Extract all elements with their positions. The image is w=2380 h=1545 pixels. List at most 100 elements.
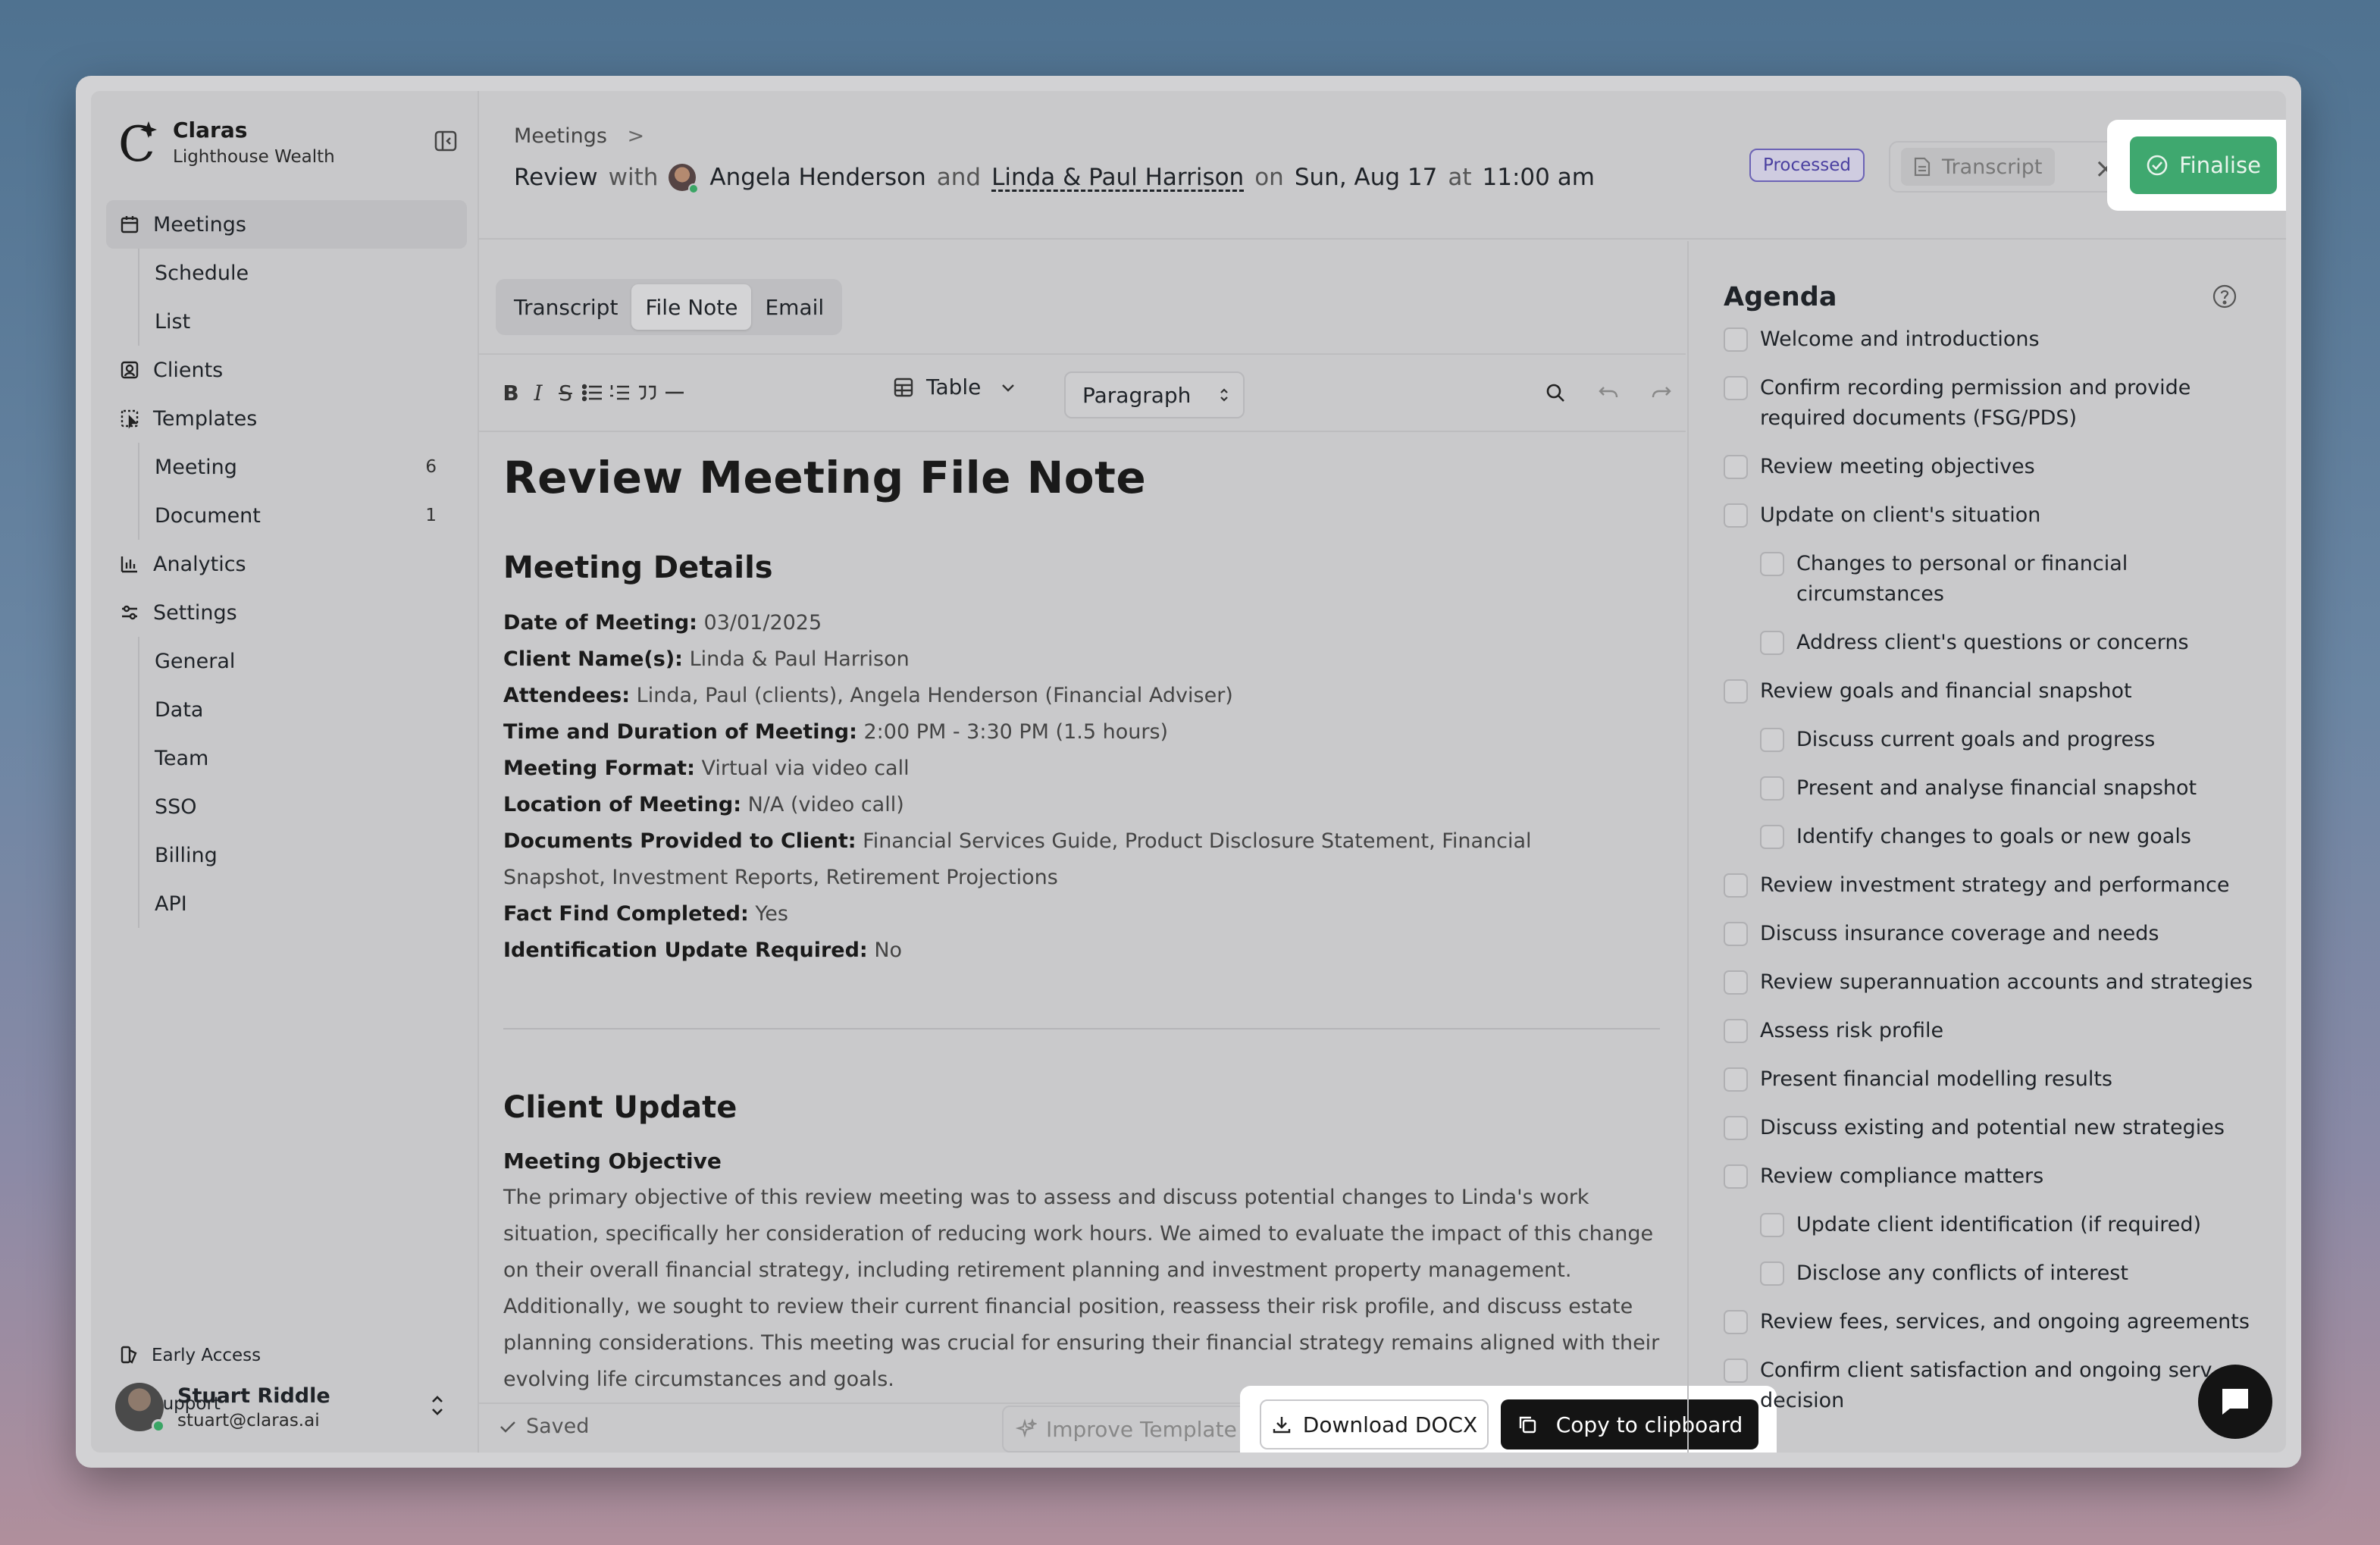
table-dropdown[interactable]: Table (893, 374, 1016, 400)
search-icon[interactable] (1540, 378, 1570, 408)
agenda-item[interactable]: Assess risk profile (1724, 1016, 2254, 1046)
agenda-checkbox[interactable] (1760, 728, 1784, 752)
agenda-checkbox[interactable] (1760, 631, 1784, 655)
agenda-checkbox[interactable] (1724, 1019, 1748, 1043)
agenda-checkbox[interactable] (1724, 327, 1748, 352)
agenda-item-label: Present financial modelling results (1760, 1067, 2112, 1091)
detail-row: Time and Duration of Meeting: 2:00 PM - … (503, 714, 1677, 751)
agenda-checkbox[interactable] (1760, 825, 1784, 849)
agenda-item[interactable]: Present financial modelling results (1724, 1064, 2254, 1095)
detail-row: Date of Meeting: 03/01/2025 (503, 605, 1677, 641)
sidebar-item-billing[interactable]: Billing (155, 831, 467, 879)
numbered-list-icon[interactable] (605, 378, 635, 408)
agenda-item[interactable]: Discuss existing and potential new strat… (1724, 1113, 2254, 1143)
improve-template-button[interactable]: Improve Template (1002, 1406, 1251, 1453)
bold-icon[interactable]: B (496, 378, 526, 408)
quote-icon[interactable] (632, 378, 662, 408)
download-docx-button[interactable]: Download DOCX (1260, 1399, 1489, 1449)
finalise-button[interactable]: Finalise (2130, 136, 2277, 194)
sidebar-item-schedule[interactable]: Schedule (155, 249, 467, 297)
agenda-checkbox[interactable] (1724, 503, 1748, 528)
agenda-item[interactable]: Welcome and introductions (1724, 324, 2254, 355)
sidebar-item-list[interactable]: List (155, 297, 467, 346)
tab-transcript[interactable]: Transcript (500, 284, 631, 330)
agenda-checkbox[interactable] (1724, 1116, 1748, 1140)
agenda-checkbox[interactable] (1724, 376, 1748, 400)
sidebar-item-general[interactable]: General (155, 637, 467, 685)
agenda-item[interactable]: Discuss current goals and progress (1760, 725, 2254, 755)
sidebar-item-label: Analytics (153, 552, 246, 576)
user-menu[interactable]: Stuart Riddle stuart@claras.ai (115, 1377, 456, 1437)
bullet-list-icon[interactable] (578, 378, 608, 408)
agenda-checkbox[interactable] (1724, 455, 1748, 479)
save-status: Saved (499, 1415, 589, 1438)
sidebar-item-team[interactable]: Team (155, 734, 467, 782)
agenda-item[interactable]: Discuss insurance coverage and needs (1724, 919, 2254, 949)
check-icon (499, 1419, 517, 1434)
agenda-checkbox[interactable] (1724, 679, 1748, 704)
agenda-item[interactable]: Review fees, services, and ongoing agree… (1724, 1307, 2254, 1337)
client-link[interactable]: Linda & Paul Harrison (991, 164, 1244, 191)
undo-icon[interactable] (1593, 378, 1624, 408)
agenda-item-label: Update on client's situation (1760, 503, 2041, 527)
help-icon[interactable] (2212, 284, 2238, 309)
sidebar-item-templates[interactable]: Templates (106, 394, 467, 443)
agenda-item[interactable]: Review superannuation accounts and strat… (1724, 967, 2254, 998)
app-frame: C Claras Lighthouse Wealth Meetings Sche… (91, 91, 2286, 1453)
early-access-link[interactable]: Early Access (118, 1331, 261, 1380)
agenda-checkbox[interactable] (1760, 776, 1784, 801)
agenda-checkbox[interactable] (1724, 1067, 1748, 1092)
agenda-item[interactable]: Confirm client satisfaction and ongoing … (1724, 1355, 2254, 1416)
agenda-item[interactable]: Update client identification (if require… (1760, 1210, 2254, 1240)
agenda-item[interactable]: Address client's questions or concerns (1760, 628, 2254, 658)
chat-launcher-button[interactable] (2198, 1365, 2272, 1439)
agenda-checkbox[interactable] (1724, 1164, 1748, 1189)
agenda-checkbox[interactable] (1760, 1213, 1784, 1237)
paragraph-style-select[interactable]: Paragraph (1064, 371, 1245, 418)
sidebar-item-meetings[interactable]: Meetings (106, 200, 467, 249)
italic-icon[interactable]: I (523, 378, 553, 408)
agenda-item[interactable]: Review meeting objectives (1724, 452, 2254, 482)
agenda-item[interactable]: Disclose any conflicts of interest (1760, 1258, 2254, 1289)
sidebar-item-meeting-templates[interactable]: Meeting 6 (155, 443, 467, 491)
agenda-checkbox[interactable] (1724, 1310, 1748, 1334)
table-label: Table (926, 374, 982, 400)
sidebar-item-analytics[interactable]: Analytics (106, 540, 467, 588)
agenda-item[interactable]: Identify changes to goals or new goals (1760, 822, 2254, 852)
redo-icon[interactable] (1646, 378, 1677, 408)
breadcrumb-meetings[interactable]: Meetings (514, 124, 607, 148)
tab-email[interactable]: Email (751, 284, 838, 330)
tab-file-note[interactable]: File Note (631, 284, 752, 330)
online-status-dot (688, 183, 700, 194)
agenda-item-label: Identify changes to goals or new goals (1796, 825, 2191, 848)
sidebar-item-document-templates[interactable]: Document 1 (155, 491, 467, 540)
download-icon (1271, 1414, 1292, 1435)
agenda-item[interactable]: Present and analyse financial snapshot (1760, 773, 2254, 804)
agenda-checkbox[interactable] (1724, 1359, 1748, 1383)
strikethrough-icon[interactable]: S (550, 378, 581, 408)
section-heading-client-update: Client Update (503, 1090, 737, 1125)
agenda-checkbox[interactable] (1760, 1261, 1784, 1286)
sidebar-item-data[interactable]: Data (155, 685, 467, 734)
horizontal-rule-icon[interactable] (659, 378, 690, 408)
sidebar-item-api[interactable]: API (155, 879, 467, 928)
agenda-item[interactable]: Update on client's situation (1724, 500, 2254, 531)
claras-logo: C (118, 115, 164, 173)
agenda-checkbox[interactable] (1760, 552, 1784, 576)
sidebar-item-sso[interactable]: SSO (155, 782, 467, 831)
agenda-item[interactable]: Review goals and financial snapshot (1724, 676, 2254, 707)
sidebar-item-label: SSO (155, 794, 197, 819)
agenda-checkbox[interactable] (1724, 970, 1748, 995)
sidebar-item-settings[interactable]: Settings (106, 588, 467, 637)
avatar (115, 1383, 165, 1433)
agenda-item[interactable]: Review compliance matters (1724, 1161, 2254, 1192)
agenda-checkbox[interactable] (1724, 922, 1748, 946)
agenda-item[interactable]: Review investment strategy and performan… (1724, 870, 2254, 901)
agenda-item[interactable]: Confirm recording permission and provide… (1724, 373, 2254, 434)
agenda-item[interactable]: Changes to personal or financial circums… (1760, 549, 2254, 610)
sidebar-collapse-icon[interactable] (432, 127, 459, 155)
sidebar-item-clients[interactable]: Clients (106, 346, 467, 394)
agenda-checkbox[interactable] (1724, 873, 1748, 898)
transcript-chip[interactable]: Transcript (1901, 148, 2055, 186)
document-content[interactable]: Review Meeting File Note Meeting Details… (494, 432, 1677, 1410)
